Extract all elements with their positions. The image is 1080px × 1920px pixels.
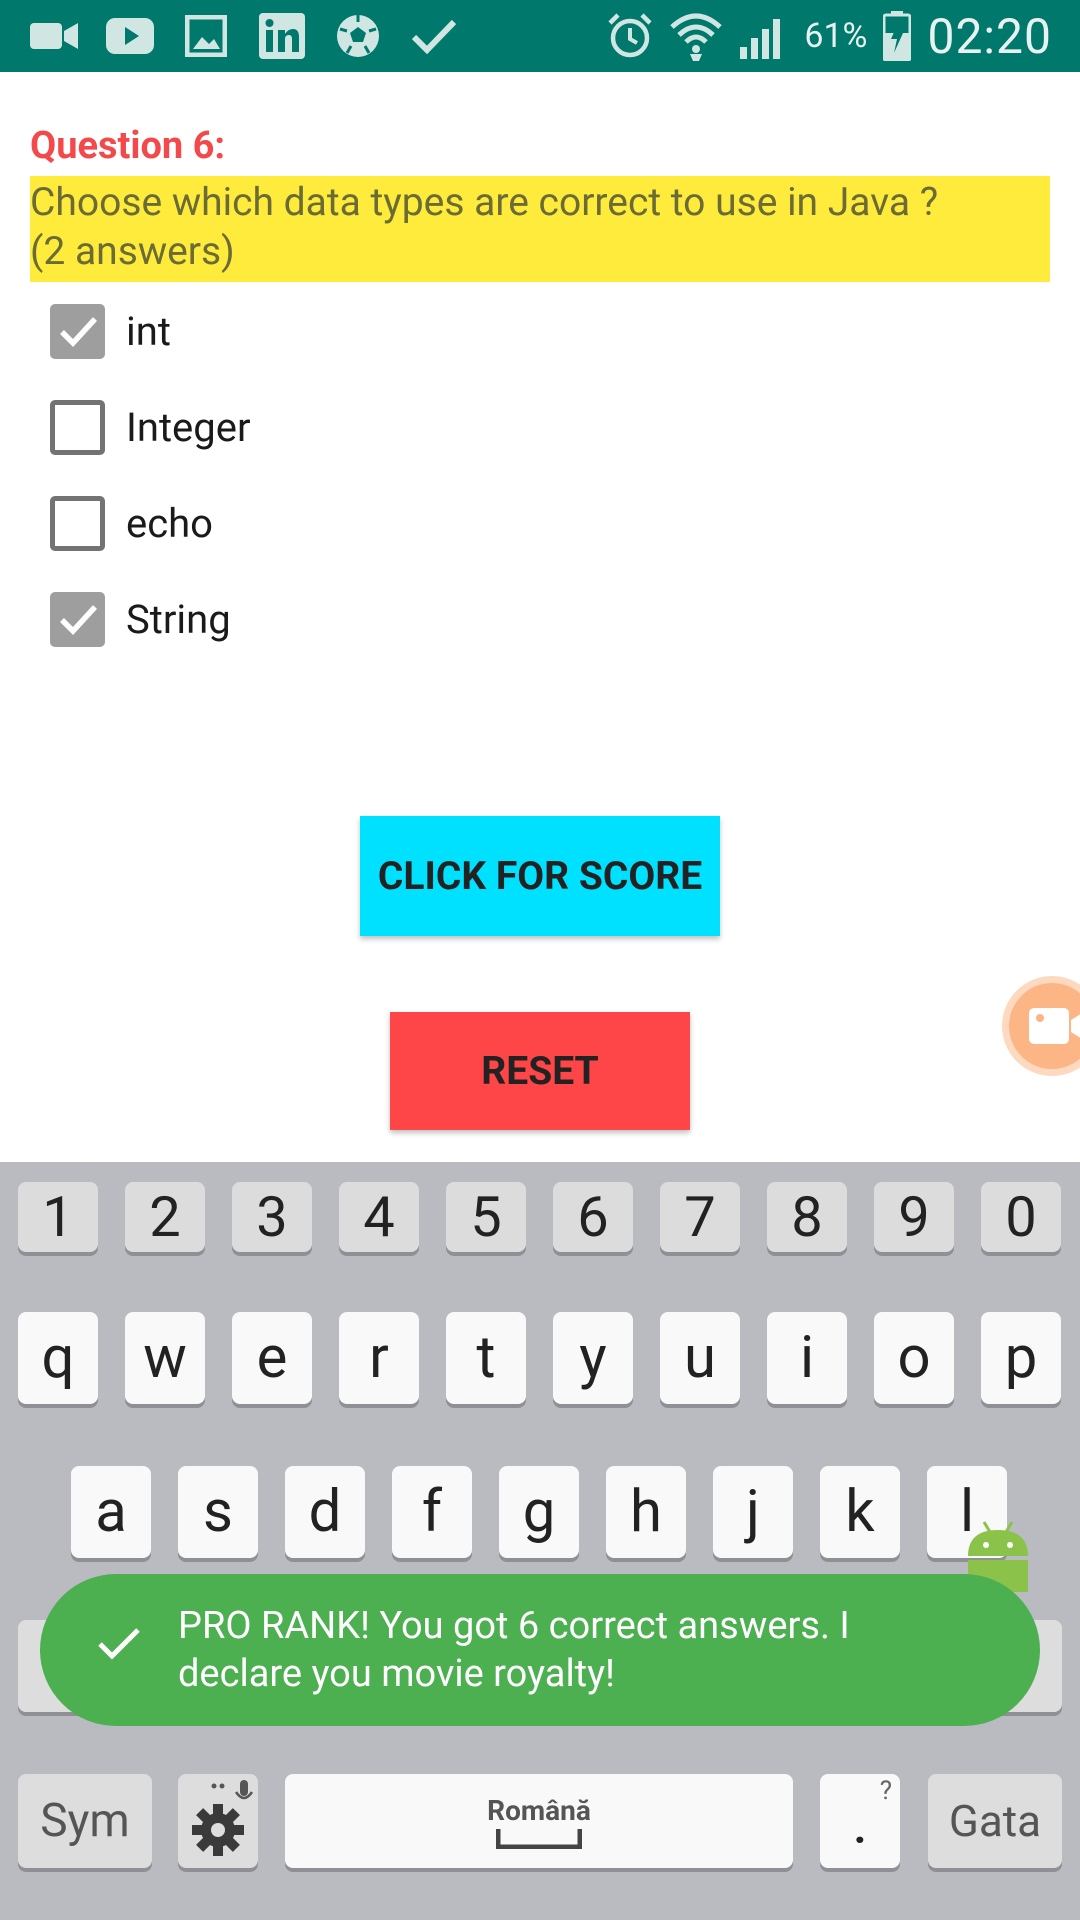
key-8[interactable]: 8 — [767, 1182, 847, 1252]
toast-text: PRO RANK! You got 6 correct answers. I d… — [178, 1602, 978, 1698]
key-j[interactable]: j — [713, 1466, 793, 1558]
sym-key[interactable]: Sym — [18, 1774, 152, 1868]
soccer-ball-icon — [334, 14, 382, 58]
checkbox-unchecked[interactable] — [50, 495, 105, 551]
key-4[interactable]: 4 — [339, 1182, 419, 1252]
check-icon — [98, 1628, 140, 1660]
key-f[interactable]: f — [392, 1466, 472, 1558]
key-9[interactable]: 9 — [874, 1182, 954, 1252]
score-button[interactable]: CLICK FOR SCORE — [360, 816, 720, 936]
key-p[interactable]: p — [981, 1312, 1061, 1404]
key-k[interactable]: k — [820, 1466, 900, 1558]
checkbox-checked[interactable] — [50, 591, 105, 647]
reset-button[interactable]: RESET — [390, 1012, 690, 1130]
key-r[interactable]: r — [339, 1312, 419, 1404]
status-bar: 61% 02:20 — [0, 0, 1080, 72]
key-i[interactable]: i — [767, 1312, 847, 1404]
notification-icons — [30, 12, 458, 60]
key-w[interactable]: w — [125, 1312, 205, 1404]
checkbox-checked[interactable] — [50, 303, 105, 359]
checkbox-unchecked[interactable] — [50, 399, 105, 455]
gear-icon — [192, 1780, 254, 1856]
signal-icon — [740, 19, 781, 59]
key-o[interactable]: o — [874, 1312, 954, 1404]
question-title: Question 6: — [30, 124, 226, 168]
key-7[interactable]: 7 — [660, 1182, 740, 1252]
key-u[interactable]: u — [660, 1312, 740, 1404]
key-d[interactable]: d — [285, 1466, 365, 1558]
key-6[interactable]: 6 — [553, 1182, 633, 1252]
check-icon — [410, 14, 458, 58]
wifi-icon — [670, 13, 723, 61]
key-y[interactable]: y — [553, 1312, 633, 1404]
space-key[interactable]: Română — [285, 1774, 793, 1868]
option-label: echo — [126, 499, 213, 547]
done-key[interactable]: Gata — [928, 1774, 1062, 1868]
option-label: Integer — [126, 403, 251, 451]
check-mark-icon — [59, 317, 97, 347]
screen-recorder-bubble[interactable] — [1002, 976, 1080, 1076]
option-string[interactable]: String — [50, 589, 231, 649]
linkedin-icon — [258, 13, 306, 59]
key-g[interactable]: g — [499, 1466, 579, 1558]
option-integer[interactable]: Integer — [50, 397, 251, 457]
toast-line1: PRO RANK! You got 6 correct answers. I — [178, 1604, 850, 1648]
soft-keyboard: 1 2 3 4 5 6 7 8 9 0 q w e r t y u i o p … — [0, 1162, 1080, 1920]
battery-percent: 61% — [804, 16, 868, 56]
option-label: String — [126, 595, 231, 643]
youtube-icon — [106, 14, 154, 58]
question-text-line2: (2 answers) — [30, 228, 235, 274]
key-5[interactable]: 5 — [446, 1182, 526, 1252]
system-status: 61% 02:20 — [606, 7, 1052, 65]
option-int[interactable]: int — [50, 301, 171, 361]
key-1[interactable]: 1 — [18, 1182, 98, 1252]
video-record-icon — [1029, 1008, 1080, 1044]
check-mark-icon — [59, 605, 97, 635]
video-camera-icon — [30, 14, 78, 58]
toast-message: PRO RANK! You got 6 correct answers. I d… — [40, 1574, 1040, 1726]
key-a[interactable]: a — [71, 1466, 151, 1558]
key-e[interactable]: e — [232, 1312, 312, 1404]
option-label: int — [126, 307, 171, 355]
key-0[interactable]: 0 — [981, 1182, 1061, 1252]
gallery-icon — [182, 14, 230, 58]
space-language-label: Română — [487, 1793, 591, 1827]
settings-key[interactable] — [178, 1774, 258, 1868]
key-2[interactable]: 2 — [125, 1182, 205, 1252]
clock-time: 02:20 — [927, 7, 1052, 65]
toast-line2: declare you movie royalty! — [178, 1652, 615, 1696]
key-q[interactable]: q — [18, 1312, 98, 1404]
key-h[interactable]: h — [606, 1466, 686, 1558]
battery-charging-icon — [883, 11, 912, 61]
question-text-line1: Choose which data types are correct to u… — [30, 179, 939, 225]
option-echo[interactable]: echo — [50, 493, 213, 553]
key-s[interactable]: s — [178, 1466, 258, 1558]
alarm-icon — [608, 13, 652, 58]
key-t[interactable]: t — [446, 1312, 526, 1404]
key-3[interactable]: 3 — [232, 1182, 312, 1252]
period-label: . — [853, 1802, 867, 1854]
period-hint: ? — [879, 1776, 892, 1806]
period-key[interactable]: ? . — [820, 1774, 900, 1868]
question-text: Choose which data types are correct to u… — [30, 176, 1050, 282]
space-bar-icon — [496, 1828, 582, 1849]
